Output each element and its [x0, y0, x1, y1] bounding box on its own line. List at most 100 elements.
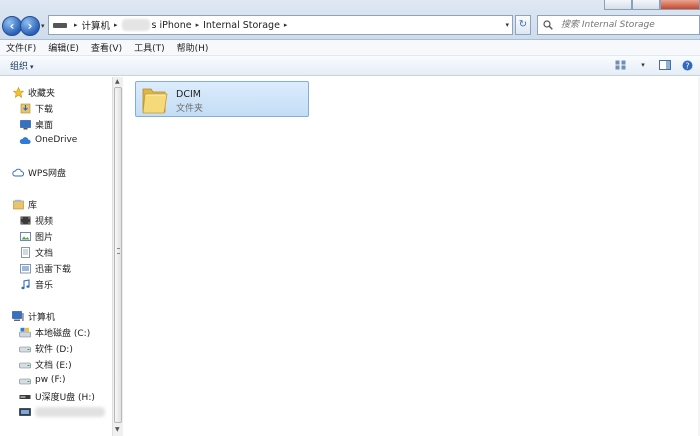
- scroll-down-icon[interactable]: ▼: [115, 426, 120, 433]
- drive-icon: [19, 374, 31, 386]
- menu-help[interactable]: 帮助(H): [171, 41, 215, 54]
- portable-device-icon: [19, 406, 31, 418]
- nav-item-onedrive[interactable]: OneDrive: [19, 133, 77, 147]
- recent-pages-dropdown[interactable]: ▾: [41, 22, 45, 30]
- redacted-device-name: [35, 407, 105, 417]
- nav-libraries-label: 库: [28, 200, 38, 211]
- nav-libraries[interactable]: 库: [12, 197, 37, 211]
- chevron-down-icon: ▾: [30, 63, 34, 71]
- refresh-button[interactable]: ↻: [515, 15, 531, 35]
- nav-drive-h[interactable]: U深度U盘 (H:): [19, 389, 95, 403]
- toolbar-right: ▾ ?: [614, 59, 694, 71]
- folder-icon: [140, 85, 168, 118]
- search-box[interactable]: [537, 15, 700, 35]
- forward-button[interactable]: ›: [20, 16, 40, 36]
- maximize-button[interactable]: [632, 0, 660, 10]
- nav-drive-c[interactable]: 本地磁盘 (C:): [19, 325, 90, 339]
- folder-name: DCIM: [176, 89, 201, 100]
- nav-item-label: 文档 (E:): [35, 360, 72, 371]
- address-bar[interactable]: ▸ 计算机 ▸ s iPhone ▸ Internal Storage ▸ ▾: [48, 15, 513, 35]
- minimize-button[interactable]: [604, 0, 632, 10]
- system-drive-icon: [19, 326, 31, 338]
- menu-file[interactable]: 文件(F): [0, 41, 42, 54]
- nav-device-iphone[interactable]: [19, 405, 105, 419]
- library-icon: [12, 198, 24, 210]
- nav-item-label: U深度U盘 (H:): [35, 392, 95, 403]
- breadcrumb-separator-icon[interactable]: ▸: [196, 21, 200, 29]
- cloud-outline-icon: [12, 166, 24, 178]
- nav-item-documents[interactable]: 文档: [19, 245, 53, 259]
- desktop-icon: [19, 118, 31, 130]
- view-options-button[interactable]: [614, 59, 628, 71]
- downloads-icon: [19, 102, 31, 114]
- nav-computer-label: 计算机: [28, 312, 56, 323]
- breadcrumb-separator-icon[interactable]: ▸: [114, 21, 118, 29]
- preview-pane-icon: [659, 60, 671, 70]
- close-button[interactable]: [660, 0, 700, 10]
- menu-tools[interactable]: 工具(T): [128, 41, 171, 54]
- music-note-icon: [19, 278, 31, 290]
- nav-item-label: 音乐: [35, 280, 54, 291]
- navigation-pane: 收藏夹 下载 桌面 OneDrive WPS网盘 库 视频 图片 文档 迅雷下载…: [0, 77, 112, 436]
- nav-item-videos[interactable]: 视频: [19, 213, 53, 227]
- nav-drive-d[interactable]: 软件 (D:): [19, 341, 73, 355]
- address-history-dropdown[interactable]: ▾: [505, 21, 509, 29]
- nav-drive-e[interactable]: 文档 (E:): [19, 357, 72, 371]
- device-icon: [53, 22, 67, 28]
- arrow-right-icon: ›: [27, 19, 33, 33]
- breadcrumb-computer[interactable]: 计算机: [82, 18, 111, 32]
- computer-icon: [12, 310, 24, 322]
- help-button[interactable]: ?: [680, 59, 694, 71]
- scroll-thumb[interactable]: [114, 87, 122, 423]
- nav-favorites-label: 收藏夹: [28, 88, 56, 99]
- nav-item-downloads[interactable]: 下载: [19, 101, 53, 115]
- nav-item-label: 下载: [35, 104, 54, 115]
- nav-item-label: 文档: [35, 248, 54, 259]
- nav-drive-f[interactable]: pw (F:): [19, 373, 65, 387]
- scroll-up-icon[interactable]: ▲: [115, 78, 120, 85]
- refresh-icon: ↻: [518, 19, 528, 30]
- folder-item-dcim[interactable]: DCIM 文件夹: [135, 81, 309, 117]
- organize-button[interactable]: 组织 ▾: [10, 59, 34, 72]
- folder-icon: [19, 262, 31, 274]
- nav-item-label: 迅雷下载: [35, 264, 72, 275]
- scroll-grip: [117, 248, 120, 254]
- document-icon: [19, 246, 31, 258]
- nav-item-desktop[interactable]: 桌面: [19, 117, 53, 131]
- nav-item-label: OneDrive: [35, 135, 78, 145]
- preview-pane-button[interactable]: [658, 59, 672, 71]
- back-button[interactable]: ‹: [2, 16, 22, 36]
- chevron-down-icon: ▾: [641, 61, 645, 69]
- nav-item-thunder-downloads[interactable]: 迅雷下载: [19, 261, 71, 275]
- file-list: DCIM 文件夹: [124, 77, 700, 436]
- chevron-down-icon: ▾: [41, 22, 45, 30]
- nav-wps-drive[interactable]: WPS网盘: [12, 165, 66, 179]
- nav-favorites[interactable]: 收藏夹: [12, 85, 55, 99]
- svg-text:?: ?: [685, 61, 689, 70]
- nav-scrollbar[interactable]: ▲ ▼: [112, 77, 123, 436]
- arrow-left-icon: ‹: [9, 19, 15, 33]
- picture-icon: [19, 230, 31, 242]
- view-grid-icon: [615, 60, 626, 70]
- menu-edit[interactable]: 编辑(E): [42, 41, 85, 54]
- breadcrumb-separator-icon[interactable]: ▸: [74, 21, 78, 29]
- folder-type: 文件夹: [176, 104, 204, 114]
- breadcrumb-iphone[interactable]: s iPhone: [152, 20, 192, 31]
- search-input[interactable]: [555, 16, 699, 34]
- nav-item-label: 视频: [35, 216, 54, 227]
- nav-wps-label: WPS网盘: [28, 168, 67, 179]
- nav-item-pictures[interactable]: 图片: [19, 229, 53, 243]
- breadcrumb-internal-storage[interactable]: Internal Storage: [203, 20, 280, 31]
- usb-drive-icon: [19, 390, 31, 402]
- nav-computer[interactable]: 计算机: [12, 309, 55, 323]
- help-icon: ?: [682, 60, 692, 70]
- menu-bar: 文件(F) 编辑(E) 查看(V) 工具(T) 帮助(H): [0, 40, 700, 56]
- view-dropdown[interactable]: ▾: [636, 59, 650, 71]
- drive-icon: [19, 358, 31, 370]
- breadcrumb-separator-icon[interactable]: ▸: [284, 21, 288, 29]
- nav-item-label: 图片: [35, 232, 54, 243]
- nav-item-music[interactable]: 音乐: [19, 277, 53, 291]
- menu-view[interactable]: 查看(V): [85, 41, 128, 54]
- title-bar: ‹ › ▾ ▸ 计算机 ▸ s iPhone ▸ Internal Storag…: [0, 0, 700, 40]
- drive-icon: [19, 342, 31, 354]
